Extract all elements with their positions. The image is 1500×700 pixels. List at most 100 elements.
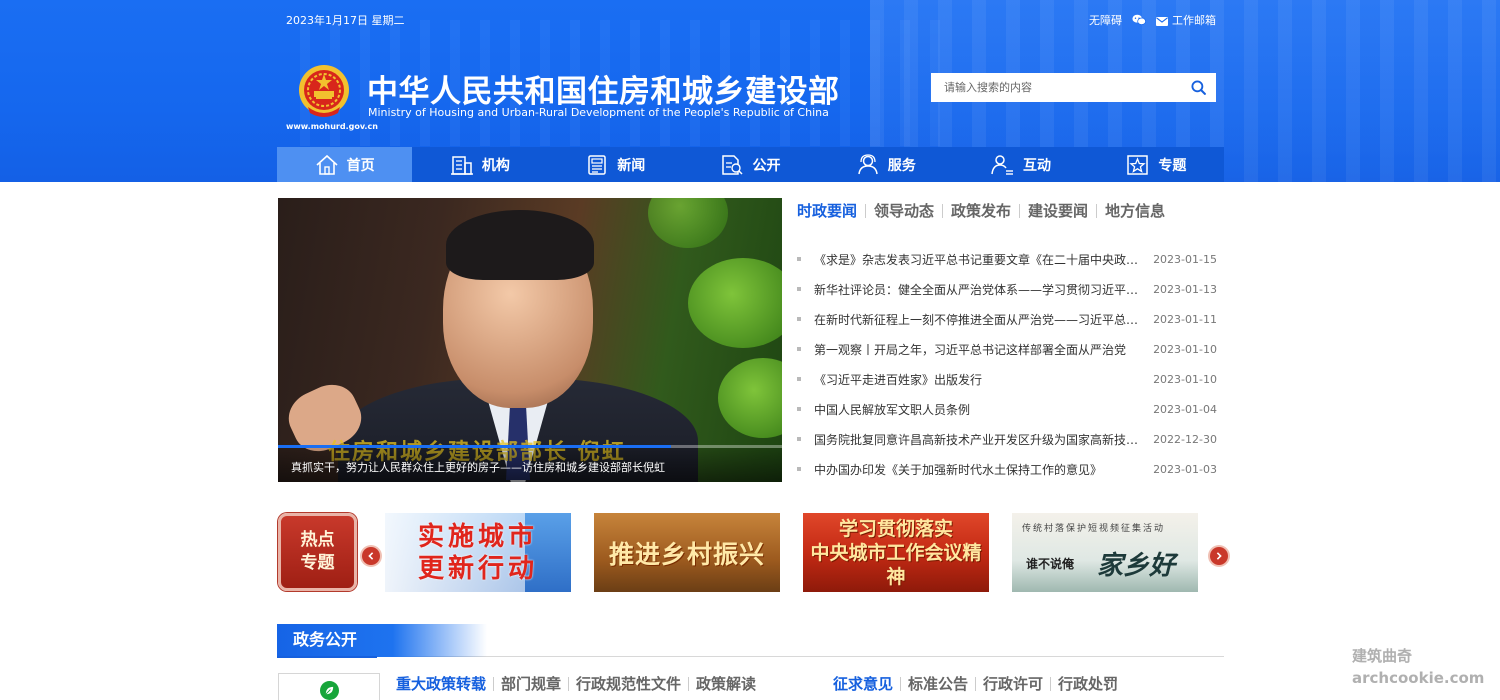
main-navigation: 首页 机构 新闻 公开 服务 互动 专题 (277, 147, 1224, 182)
bullet-icon (797, 287, 801, 291)
banner-hometown-video[interactable]: 传统村落保护短视频征集活动 谁不说俺 家乡好 (1012, 513, 1198, 592)
banner-sub-text: 谁不说俺 (1026, 557, 1075, 571)
national-emblem-logo[interactable] (298, 63, 350, 119)
nav-item-service[interactable]: 服务 (818, 147, 953, 182)
banner-small-text: 传统村落保护短视频征集活动 (1022, 524, 1166, 534)
tab-local-info[interactable]: 地方信息 (1105, 200, 1165, 221)
news-title-link[interactable]: 中办国办印发《关于加强新时代水土保持工作的意见》 (814, 461, 1141, 478)
list-item: 中国人民解放军文职人员条例 2023-01-04 (797, 394, 1217, 424)
nav-label: 互动 (1023, 157, 1052, 174)
service-icon (858, 153, 878, 174)
news-date: 2022-12-30 (1153, 432, 1217, 446)
tab-current-affairs[interactable]: 时政要闻 (797, 200, 857, 221)
nav-label: 机构 (481, 157, 510, 174)
featured-image-slider[interactable]: 住房和城乡建设部部长 倪虹 真抓实干，努力让人民群众住上更好的房子——访住房和城… (278, 198, 782, 482)
tab-leadership[interactable]: 领导动态 (874, 200, 934, 221)
bullet-icon (797, 347, 801, 351)
accessibility-link[interactable]: 无障碍 (1089, 12, 1122, 28)
tab-construction-news[interactable]: 建设要闻 (1028, 200, 1088, 221)
tab-separator (1096, 203, 1098, 218)
home-icon (316, 154, 338, 175)
hot-topics-label-line1: 热点 (300, 530, 335, 550)
bullet-icon (797, 407, 801, 411)
banner-line: 实施城市 (417, 521, 538, 552)
nav-label: 专题 (1158, 157, 1187, 174)
carousel-next-button[interactable] (1210, 547, 1228, 565)
tab-separator (493, 676, 495, 691)
news-date: 2023-01-11 (1153, 312, 1217, 326)
tab-normative-documents[interactable]: 行政规范性文件 (576, 673, 681, 694)
chevron-right-icon (1216, 552, 1222, 560)
banner-urban-renewal[interactable]: 实施城市 更新行动 (385, 513, 571, 592)
banner-rural-revitalization[interactable]: 推进乡村振兴 (594, 513, 780, 592)
search-icon (1190, 80, 1206, 95)
news-title-link[interactable]: 第一观察丨开局之年，习近平总书记这样部署全面从严治党 (814, 341, 1141, 358)
slider-leaf-decoration (688, 258, 782, 348)
current-date: 2023年1月17日 星期二 (286, 14, 405, 27)
site-subtitle: Ministry of Housing and Urban-Rural Deve… (368, 106, 829, 119)
tab-standard-announcements[interactable]: 标准公告 (908, 673, 968, 694)
news-date: 2023-01-04 (1153, 402, 1217, 416)
list-item: 《求是》杂志发表习近平总书记重要文章《在二十届中央政治局第一次集体学习时的讲话》… (797, 244, 1217, 274)
section-title[interactable]: 政务公开 (277, 624, 487, 658)
nav-label: 首页 (346, 157, 375, 174)
watermark-line: 建筑曲奇 (1352, 647, 1413, 665)
bullet-icon (797, 377, 801, 381)
work-mail-link[interactable]: 工作邮箱 (1156, 12, 1216, 28)
interaction-icon (991, 154, 1014, 175)
tab-administrative-penalty[interactable]: 行政处罚 (1058, 673, 1118, 694)
chevron-left-icon (368, 552, 374, 560)
news-date: 2023-01-15 (1153, 252, 1217, 266)
list-item: 新华社评论员：健全全面从严治党体系——学习贯彻习近平总书记在二十届中央纪委二次全… (797, 274, 1217, 304)
document-icon (722, 154, 744, 175)
nav-item-news[interactable]: 新闻 (548, 147, 683, 182)
tab-administrative-license[interactable]: 行政许可 (983, 673, 1043, 694)
news-date: 2023-01-03 (1153, 462, 1217, 476)
news-title-link[interactable]: 《习近平走进百姓家》出版发行 (814, 371, 1141, 388)
tab-solicit-opinions[interactable]: 征求意见 (833, 673, 893, 694)
leaf-icon (319, 681, 339, 700)
carousel-prev-button[interactable] (362, 547, 380, 565)
work-mail-label: 工作邮箱 (1172, 14, 1216, 27)
list-item: 第一观察丨开局之年，习近平总书记这样部署全面从严治党 2023-01-10 (797, 334, 1217, 364)
list-item: 在新时代新征程上一刻不停推进全面从严治党——习近平总书记重要讲话 2023-01-… (797, 304, 1217, 334)
banner-urban-work-conference[interactable]: 学习贯彻落实 中央城市工作会议精神 (803, 513, 989, 592)
hot-topics-label-line2: 专题 (300, 553, 335, 573)
nav-label: 公开 (752, 157, 781, 174)
list-item: 《习近平走进百姓家》出版发行 2023-01-10 (797, 364, 1217, 394)
tab-separator (1050, 676, 1052, 691)
banner-main-text: 家乡好 (1097, 551, 1176, 581)
nav-item-organization[interactable]: 机构 (412, 147, 547, 182)
policy-icon-box[interactable] (278, 673, 380, 700)
news-date: 2023-01-13 (1153, 282, 1217, 296)
nav-item-interaction[interactable]: 互动 (953, 147, 1088, 182)
slider-progress-fill (278, 445, 672, 448)
slider-leaf-decoration (648, 198, 728, 248)
wechat-icon[interactable] (1132, 14, 1146, 26)
tab-policy-interpretation[interactable]: 政策解读 (696, 673, 756, 694)
nav-item-topics[interactable]: 专题 (1089, 147, 1224, 182)
nav-item-disclosure[interactable]: 公开 (683, 147, 818, 182)
tab-policy-release[interactable]: 政策发布 (951, 200, 1011, 221)
news-date: 2023-01-10 (1153, 372, 1217, 386)
tab-major-policies[interactable]: 重大政策转载 (396, 673, 486, 694)
nav-item-home[interactable]: 首页 (277, 147, 413, 182)
tab-department-rules[interactable]: 部门规章 (501, 673, 561, 694)
search-input[interactable] (931, 73, 1180, 102)
news-title-link[interactable]: 中国人民解放军文职人员条例 (814, 401, 1141, 418)
star-badge-icon (1127, 154, 1149, 175)
news-title-link[interactable]: 新华社评论员：健全全面从严治党体系——学习贯彻习近平总书记在二十届中央纪委二次全… (814, 281, 1141, 298)
bullet-icon (797, 257, 801, 261)
tab-separator (688, 676, 690, 691)
site-title[interactable]: 中华人民共和国住房和城乡建设部 (367, 66, 840, 111)
news-title-link[interactable]: 《求是》杂志发表习近平总书记重要文章《在二十届中央政治局第一次集体学习时的讲话》 (814, 251, 1141, 268)
top-utility-links: 无障碍 工作邮箱 (1089, 12, 1216, 28)
watermark: 建筑曲奇 archcookie.com (1352, 645, 1484, 689)
news-title-link[interactable]: 在新时代新征程上一刻不停推进全面从严治党——习近平总书记重要讲话 (814, 311, 1141, 328)
news-title-link[interactable]: 国务院批复同意许昌高新技术产业开发区升级为国家高新技术产业开发区 (814, 431, 1141, 448)
news-tabs: 时政要闻 领导动态 政策发布 建设要闻 地方信息 (797, 200, 1165, 221)
search-button[interactable] (1180, 73, 1216, 102)
banner-text: 推进乡村振兴 (608, 539, 765, 569)
hot-topics-badge[interactable]: 热点 专题 (278, 513, 357, 591)
slider-caption[interactable]: 真抓实干，努力让人民群众住上更好的房子——访住房和城乡建设部部长倪虹 (291, 459, 665, 475)
